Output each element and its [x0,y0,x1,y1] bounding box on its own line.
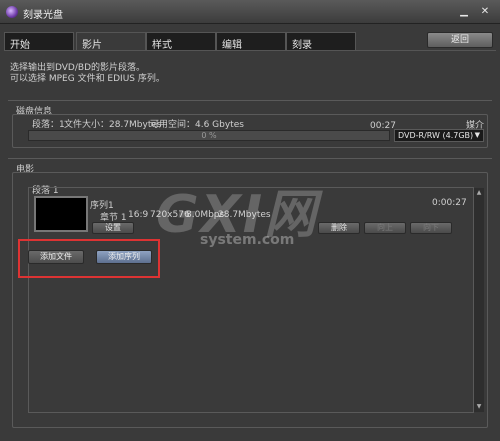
media-select-value: DVD-R/RW (4.7GB) [398,131,474,140]
aspect-ratio: 16:9 [128,210,149,220]
move-down-button[interactable]: 向下 [410,222,452,234]
move-up-button[interactable]: 向上 [364,222,406,234]
disc-file-size: 文件大小：28.7Mbytes [64,120,162,130]
chevron-down-icon: ▼ [474,131,480,139]
progress-text: 0 % [201,131,217,140]
minimize-icon[interactable]: ▁ [457,5,471,18]
tab-style[interactable]: 样式 [146,32,216,51]
scroll-up-icon[interactable]: ▲ [474,188,484,198]
duration: 0:00:27 [432,198,467,208]
settings-button[interactable]: 设置 [92,222,134,234]
add-sequence-button[interactable]: 添加序列 [96,250,152,264]
tab-burn[interactable]: 刻录 [286,32,356,51]
divider [8,158,492,159]
divider [8,100,492,101]
scroll-down-icon[interactable]: ▼ [474,402,484,412]
delete-button[interactable]: 删除 [318,222,360,234]
back-button[interactable]: 返回 [427,32,493,48]
sequence-thumbnail[interactable] [34,196,88,232]
watermark-domain: system.com [200,232,295,248]
tab-edit[interactable]: 编辑 [216,32,286,51]
title-bar: 刻录光盘 ▁ ✕ [0,0,500,24]
info-line-2: 可以选择 MPEG 文件和 EDIUS 序列。 [10,74,165,84]
add-file-button[interactable]: 添加文件 [28,250,84,264]
disc-app-icon [6,6,18,18]
disc-free-space: 可用空间：4.6 Gbytes [150,120,244,130]
media-select[interactable]: DVD-R/RW (4.7GB) ▼ [394,129,484,142]
disc-usage-progress: 0 % [28,130,390,141]
window-title: 刻录光盘 [23,10,63,21]
vertical-scrollbar[interactable]: ▲ ▼ [474,188,484,412]
tab-divider [4,50,496,51]
tab-movie[interactable]: 影片 [76,32,146,51]
tab-start[interactable]: 开始 [4,32,74,51]
disc-segment-count: 段落：1 [32,120,65,130]
close-icon[interactable]: ✕ [478,5,492,18]
